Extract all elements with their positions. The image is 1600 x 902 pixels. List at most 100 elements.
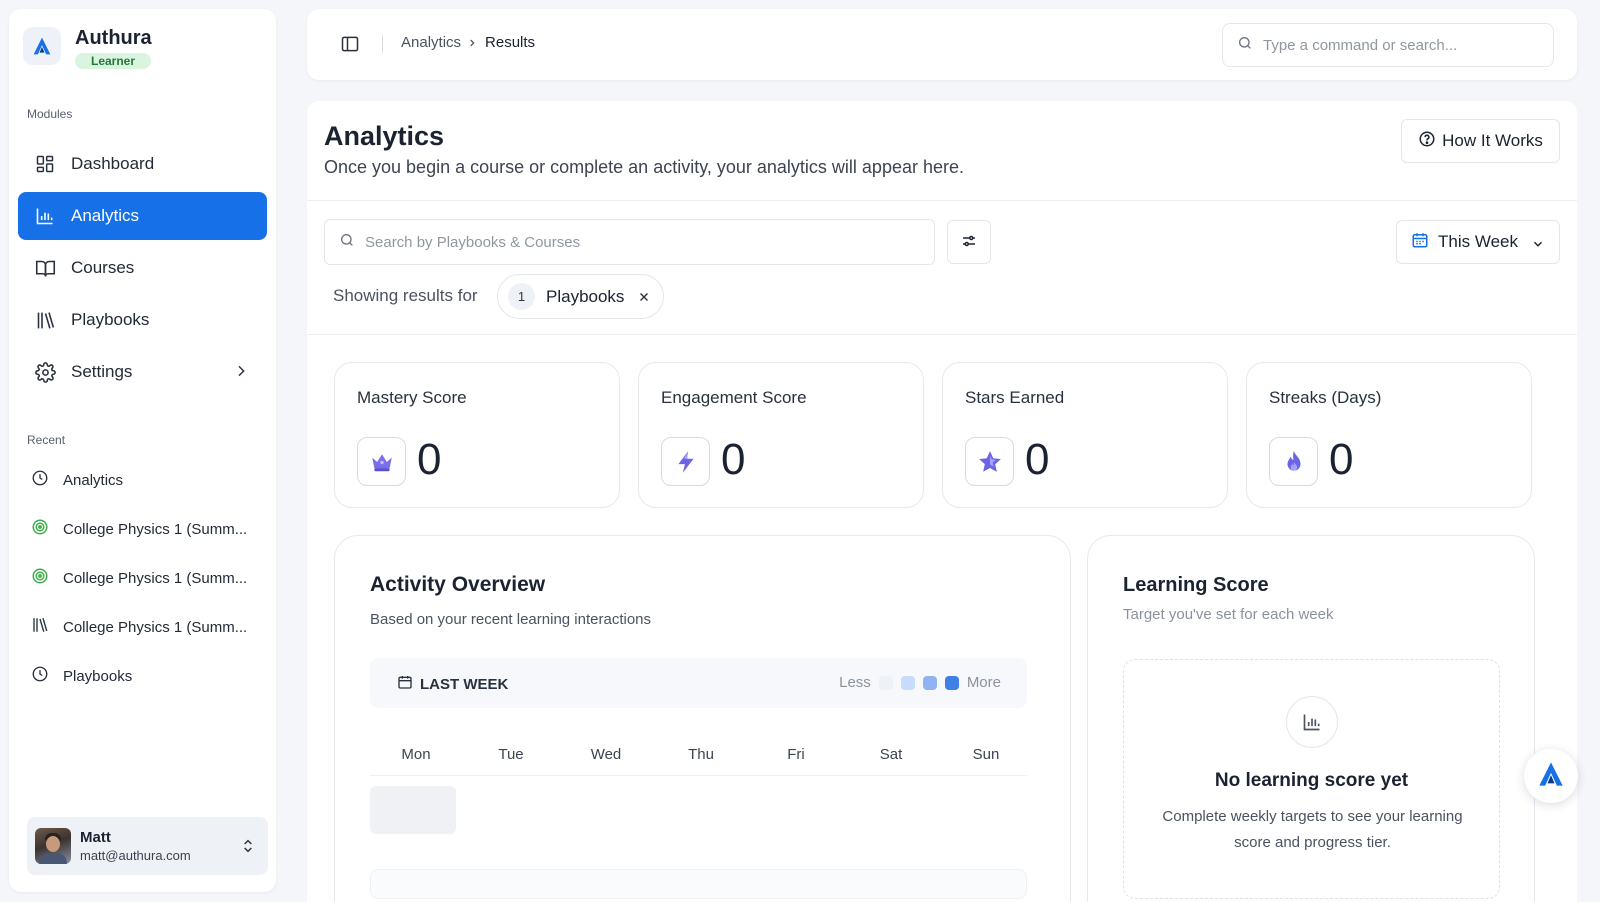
sliders-icon [960,232,978,253]
weekday-header: Mon Tue Wed Thu Fri Sat Sun [370,746,1027,776]
weekday-label: Thu [688,746,714,763]
brand-name: Authura [75,27,152,49]
weekday-label: Fri [787,746,805,763]
stat-card-engagement: Engagement Score 0 [638,362,924,508]
chip-label: Playbooks [546,286,625,306]
modules-label: Modules [27,107,73,121]
sidebar-item-label: Dashboard [71,154,155,173]
top-bar: Analytics Results [307,9,1577,80]
activity-overview-card: Activity Overview Based on your recent l… [334,535,1071,902]
library-icon [31,616,49,638]
sidebar-item-playbooks[interactable]: Playbooks [18,296,267,344]
chevrons-up-down-icon[interactable] [240,837,256,860]
assistant-button[interactable] [1524,749,1578,803]
sidebar-item-settings[interactable]: Settings [18,348,267,396]
empty-state-title: No learning score yet [1214,770,1409,791]
sidebar-item-dashboard[interactable]: Dashboard [18,140,267,188]
crown-icon [357,437,406,486]
chevron-right-icon [467,38,477,48]
recent-item[interactable]: Analytics [31,465,261,495]
legend-swatch [900,675,915,690]
sidebar-item-label: Playbooks [71,310,150,329]
sidebar-toggle-icon[interactable] [340,34,360,59]
recent-item[interactable]: College Physics 1 (Summ... [31,563,261,593]
recent-item-label: Analytics [63,471,124,489]
recent-item-label: College Physics 1 (Summ... [63,569,248,587]
activity-subtitle: Based on your recent learning interactio… [370,611,652,628]
how-it-works-label: How It Works [1442,131,1543,150]
period-select-value: This Week [1438,232,1518,251]
period-select[interactable]: This Week [1396,220,1560,264]
stat-card-mastery: Mastery Score 0 [334,362,620,508]
stat-value: 0 [417,435,442,484]
recent-item[interactable]: College Physics 1 (Summ... [31,514,261,544]
flame-icon [1269,437,1318,486]
search-icon [339,232,355,253]
empty-state-text: Complete weekly targets to see your lear… [1162,808,1463,851]
role-badge: Learner [75,53,152,69]
sidebar-item-label: Settings [71,362,133,381]
calendar-icon [397,674,413,694]
legend-less: Less [839,674,871,691]
legend-swatch [878,675,893,690]
user-menu[interactable]: Matt matt@authura.com [27,817,268,875]
legend-more: More [966,674,1001,691]
bar-chart-icon [1286,696,1338,748]
user-email: matt@authura.com [80,848,191,863]
recent-item-label: Playbooks [63,667,133,685]
chevron-down-icon [1531,236,1545,256]
clock-icon [31,665,49,687]
heatmap-legend: Less More [839,674,1001,691]
bar-chart-icon [34,205,56,227]
weekday-label: Wed [590,746,622,763]
page-subtitle: Once you begin a course or complete an a… [324,157,964,177]
playbook-search[interactable] [324,219,935,265]
target-icon [31,518,49,540]
stat-value: 0 [721,435,746,484]
recent-label: Recent [27,433,66,447]
sidebar-item-label: Analytics [71,206,140,225]
close-icon[interactable] [637,290,651,304]
weekday-label: Sat [879,746,903,763]
sidebar-item-analytics[interactable]: Analytics [18,192,267,240]
sidebar-item-label: Courses [71,258,135,277]
recent-item[interactable]: Playbooks [31,661,261,691]
help-circle-icon [1418,130,1436,153]
library-icon [34,309,56,331]
stat-value: 0 [1329,435,1354,484]
divider [382,35,383,53]
stat-title: Streaks (Days) [1269,388,1382,407]
stat-card-streaks: Streaks (Days) 0 [1246,362,1532,508]
filter-button[interactable] [947,220,991,264]
stat-title: Stars Earned [965,388,1065,407]
stat-title: Engagement Score [661,388,807,407]
command-search[interactable] [1222,23,1554,67]
filter-chip-playbooks[interactable]: 1 Playbooks [497,274,664,319]
breadcrumb-results: Results [485,34,536,51]
user-name: Matt [80,829,111,846]
recent-item[interactable]: College Physics 1 (Summ... [31,612,261,642]
chevron-right-icon [233,363,249,384]
playbook-search-input[interactable] [365,233,905,251]
learning-title: Learning Score [1123,574,1269,596]
divider [307,200,1577,201]
calendar-icon [1411,231,1429,254]
sidebar: Authura Learner Modules Dashboard Analyt… [9,9,276,892]
brand[interactable]: Authura Learner [23,27,152,70]
recent-item-label: College Physics 1 (Summ... [63,520,248,538]
command-search-input[interactable] [1263,36,1523,54]
divider [307,334,1577,335]
dashboard-icon [34,153,56,175]
sidebar-item-courses[interactable]: Courses [18,244,267,292]
showing-results-label: Showing results for [333,286,478,305]
weekday-label: Tue [498,746,524,763]
avatar [35,828,71,864]
learning-score-card: Learning Score Target you've set for eac… [1087,535,1535,902]
stat-card-stars: Stars Earned 0 [942,362,1228,508]
breadcrumb-analytics[interactable]: Analytics [401,34,461,51]
recent-item-label: College Physics 1 (Summ... [63,618,248,636]
how-it-works-button[interactable]: How It Works [1401,119,1560,163]
activity-title: Activity Overview [370,573,546,596]
activity-heatmap-header: LAST WEEK Less More [370,658,1027,708]
authura-logo-icon [23,27,61,65]
